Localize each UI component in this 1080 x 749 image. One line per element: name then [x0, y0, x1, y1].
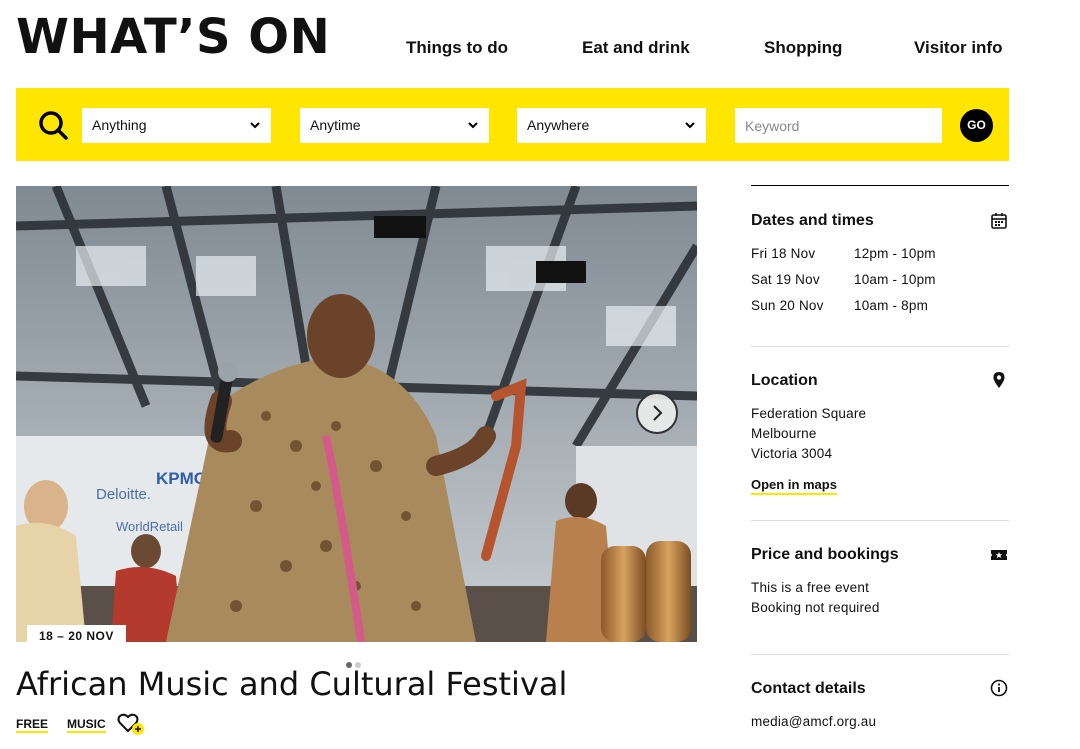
filter-anywhere-label: Anywhere [527, 117, 590, 133]
go-button[interactable]: GO [960, 109, 993, 142]
section-divider [751, 346, 1009, 347]
chevron-down-icon [685, 122, 695, 129]
location-line-1: Federation Square [751, 406, 867, 421]
contact-email[interactable]: media@amcf.org.au [751, 712, 876, 732]
nav-eat-and-drink[interactable]: Eat and drink [582, 38, 690, 58]
filter-anything-label: Anything [92, 117, 147, 133]
date-row-2-time: 10am - 10pm [854, 272, 936, 287]
sidebar-divider [751, 185, 1009, 186]
tag-free[interactable]: FREE [16, 717, 49, 733]
contact-heading: Contact details [751, 680, 866, 697]
map-pin-icon [993, 372, 1005, 388]
location-line-3: Victoria 3004 [751, 446, 833, 461]
date-row-1-day: Fri 18 Nov [751, 246, 816, 261]
next-slide-button[interactable] [636, 392, 678, 434]
event-date-badge: 18 – 20 NOV [27, 625, 126, 647]
info-icon [990, 679, 1008, 697]
price-line-2: Booking not required [751, 600, 880, 615]
location-heading: Location [751, 372, 818, 389]
nav-things-to-do[interactable]: Things to do [406, 38, 508, 58]
nav-visitor-info[interactable]: Visitor info [914, 38, 1002, 58]
date-row-2-day: Sat 19 Nov [751, 272, 820, 287]
tag-music[interactable]: MUSIC [67, 717, 106, 733]
add-to-favourites-icon[interactable] [117, 711, 145, 737]
search-icon [39, 111, 68, 140]
svg-text:Deloitte.: Deloitte. [96, 486, 151, 503]
filter-anything-dropdown[interactable]: Anything [82, 108, 271, 143]
open-in-maps-link[interactable]: Open in maps [751, 477, 837, 495]
date-row-3-time: 10am - 8pm [854, 298, 929, 313]
hero-image: KPMG Deloitte. WorldRetail [16, 186, 697, 642]
chevron-right-icon [653, 405, 663, 421]
price-heading: Price and bookings [751, 546, 899, 563]
calendar-icon [991, 213, 1007, 229]
ticket-icon [991, 550, 1007, 560]
festival-photo: KPMG Deloitte. WorldRetail [16, 186, 697, 642]
filter-anywhere-dropdown[interactable]: Anywhere [517, 108, 706, 143]
section-divider [751, 520, 1009, 521]
date-row-3-day: Sun 20 Nov [751, 298, 824, 313]
keyword-input[interactable] [735, 108, 942, 143]
filter-anytime-dropdown[interactable]: Anytime [300, 108, 489, 143]
location-line-2: Melbourne [751, 426, 817, 441]
nav-shopping[interactable]: Shopping [764, 38, 842, 58]
svg-text:WorldRetail: WorldRetail [116, 519, 183, 534]
price-line-1: This is a free event [751, 580, 870, 595]
section-divider [751, 654, 1009, 655]
dates-heading: Dates and times [751, 212, 874, 229]
search-bar: Anything Anytime Anywhere GO [16, 88, 1009, 161]
date-row-1-time: 12pm - 10pm [854, 246, 936, 261]
site-logo[interactable]: WHAT’S ON [16, 12, 330, 62]
filter-anytime-label: Anytime [310, 117, 361, 133]
chevron-down-icon [468, 122, 478, 129]
event-title: African Music and Cultural Festival [16, 665, 568, 703]
chevron-down-icon [250, 122, 260, 129]
